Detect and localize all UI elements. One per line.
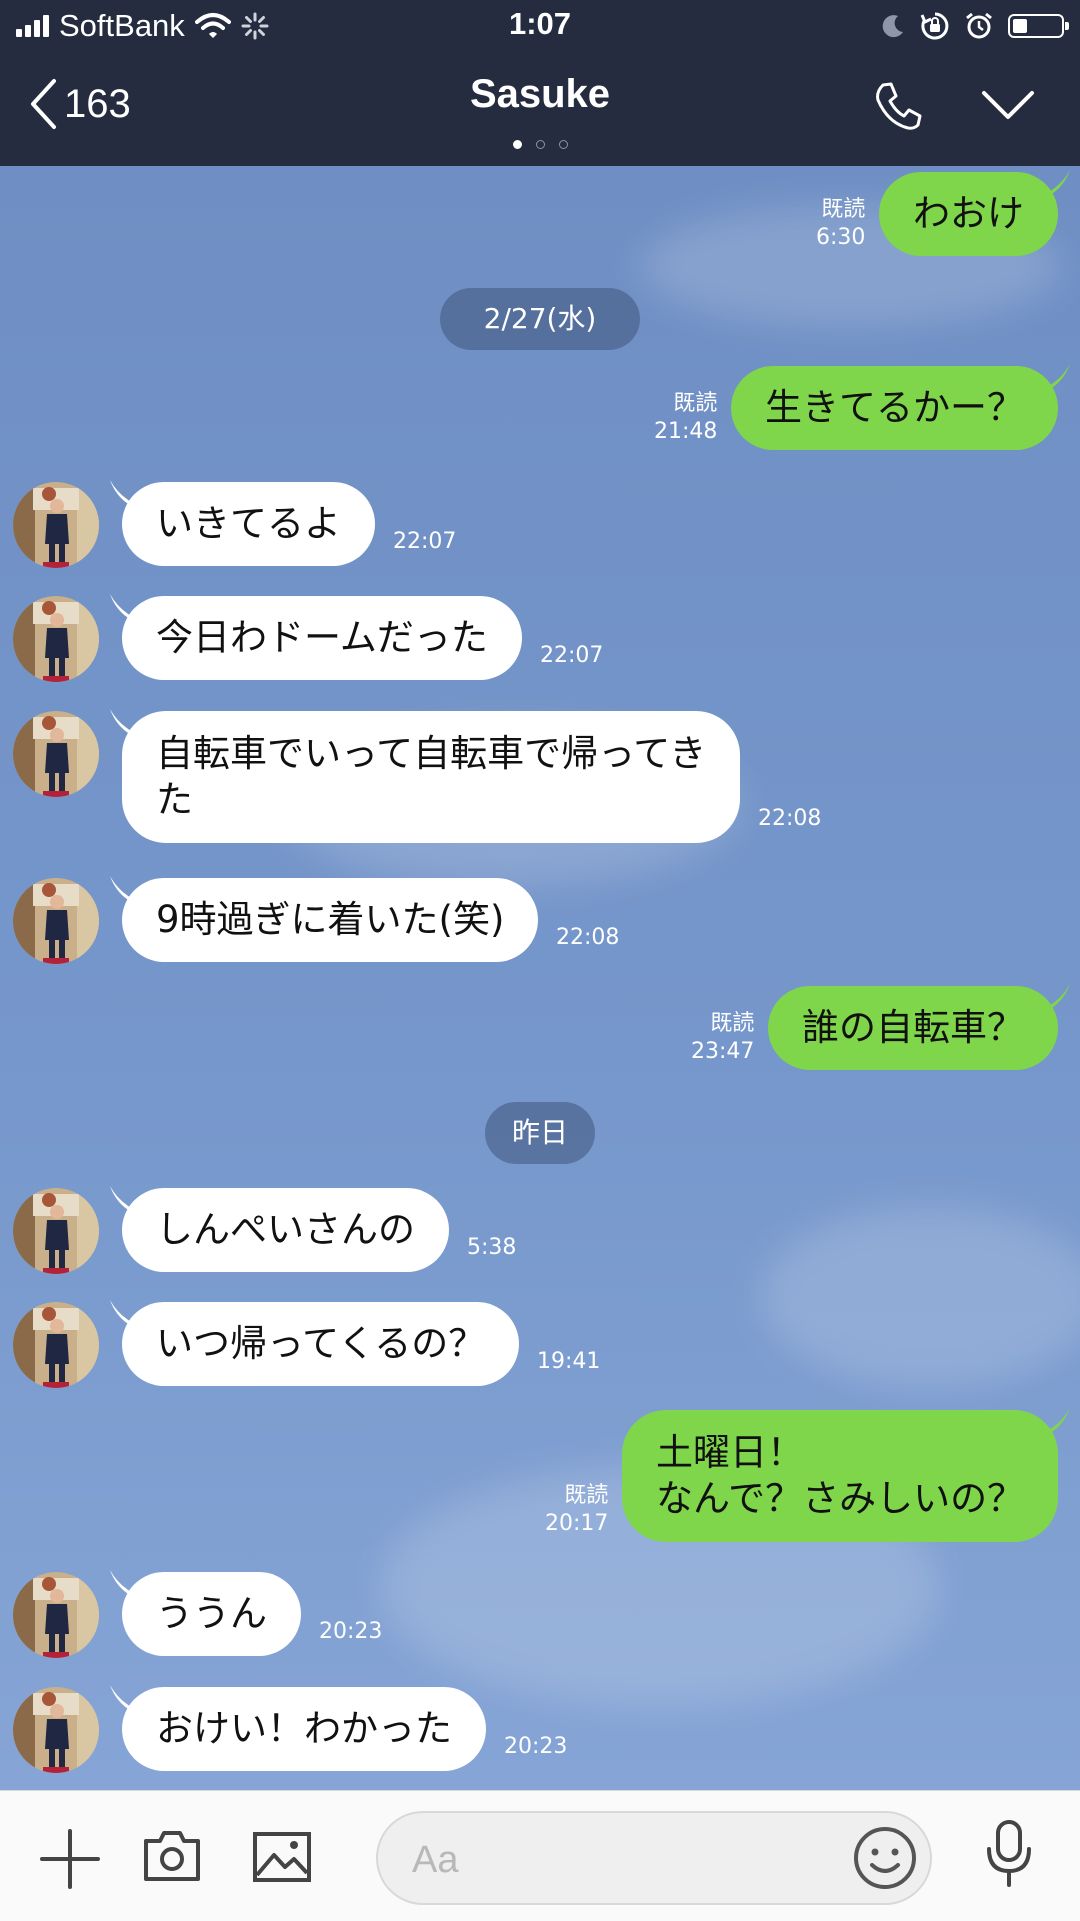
message-time: 22:07 [540,643,604,668]
message-text: いつ帰ってくるの？ [156,1322,486,1365]
read-receipt: 既読 [673,391,718,416]
outgoing-message-bubble[interactable]: 生きてるかー？ [731,364,1070,450]
plus-icon [40,1829,100,1889]
incoming-message-bubble[interactable]: おけい！わかった [110,1685,486,1771]
bubble-tail [110,480,150,510]
phone-icon [876,82,922,130]
message-text: 生きてるかー？ [765,386,1024,429]
page-dot [512,140,522,149]
bubble-tail [1030,170,1070,200]
bubble-tail [1030,1408,1071,1438]
bubble-tail [1030,364,1070,394]
message-text: しんぺいさんの [156,1208,415,1251]
message-meta: 既読 21:48 [654,390,717,446]
avatar[interactable] [13,1687,99,1773]
bubble-tail [110,1570,150,1600]
menu-toggle-button[interactable] [980,88,1036,126]
bubble-tail [1030,984,1070,1014]
message-text: わおけ [913,192,1024,235]
camera-icon [144,1831,200,1881]
message-input[interactable] [410,1831,814,1889]
page-dot [558,140,568,149]
message-text: 9時過ぎに着いた(笑) [156,898,505,941]
message-time: 6:30 [816,225,866,250]
battery-fill [1013,19,1027,33]
rotation-lock-icon [920,12,949,40]
message-time: 20:17 [545,1511,609,1536]
background-cloud [760,1206,1080,1386]
emoji-button[interactable] [852,1825,918,1895]
incoming-message-bubble[interactable]: いつ帰ってくるの？ [110,1300,520,1386]
message-text: 自転車でいって自転車で帰ってき [156,732,707,775]
message-time: 22:08 [556,925,620,950]
incoming-message-bubble[interactable]: しんぺいさんの [110,1186,449,1272]
bubble-tail [110,1300,150,1330]
incoming-message-bubble[interactable]: ううん [110,1570,301,1656]
message-time: 22:08 [758,806,822,831]
bubble-tail [110,709,150,739]
read-receipt: 既読 [821,197,866,222]
outgoing-message-bubble[interactable]: わおけ [879,170,1070,256]
image-icon [253,1832,311,1882]
bubble-tail [110,594,150,624]
message-input-field[interactable] [376,1811,932,1905]
avatar[interactable] [13,878,99,964]
avatar[interactable] [13,1302,99,1388]
avatar[interactable] [13,1572,99,1658]
incoming-message-bubble[interactable]: 自転車でいって自転車で帰ってきた [110,709,741,843]
message-time: 19:41 [537,1349,601,1374]
message-text: ううん [156,1592,267,1635]
battery-icon [1008,14,1069,38]
page-dot [535,140,545,149]
date-separator: 昨日 [485,1102,595,1164]
bubble-tail [110,876,150,906]
message-text: 今日わドームだった [156,616,488,659]
camera-button[interactable] [142,1829,202,1887]
input-bar [0,1790,1080,1921]
message-time: 23:47 [691,1039,755,1064]
message-list[interactable]: わおけ 既読 6:30 2/27(水) 生きてるかー？ 既読 21:48 いきてるよ 22:07… [0,166,1080,1790]
status-right [880,8,1069,44]
message-meta: 既読 23:47 [691,1010,754,1066]
message-text: なんで？さみしいの？ [656,1477,1025,1520]
message-time: 5:38 [467,1235,517,1260]
read-receipt: 既読 [710,1011,755,1036]
bubble-tail [110,1685,150,1715]
voice-button[interactable] [984,1819,1034,1893]
read-receipt: 既読 [564,1483,609,1508]
incoming-message-bubble[interactable]: 今日わドームだった [110,594,522,680]
plus-button[interactable] [40,1829,100,1893]
avatar[interactable] [13,482,99,568]
message-meta: 既読 6:30 [816,196,865,252]
status-bar: SoftBank 1:07 [0,0,1080,52]
bubble-tail [110,1186,150,1216]
message-time: 20:23 [319,1619,383,1644]
incoming-message-bubble[interactable]: 9時過ぎに着いた(笑) [110,876,539,962]
avatar[interactable] [13,711,99,797]
incoming-message-bubble[interactable]: いきてるよ [110,480,375,566]
message-time: 21:48 [654,419,718,444]
message-text: おけい！わかった [156,1707,452,1750]
chevron-down-icon [982,91,1034,119]
message-meta: 既読 20:17 [545,1482,608,1538]
outgoing-message-bubble[interactable]: 土曜日！ なんで？さみしいの？ [622,1408,1071,1542]
emoji-icon [854,1827,916,1889]
alarm-icon [966,12,992,39]
avatar[interactable] [13,1188,99,1274]
message-text: た [156,778,193,821]
image-button[interactable] [252,1831,312,1887]
call-button[interactable] [872,80,924,136]
message-text: 土曜日！ [656,1431,804,1474]
outgoing-message-bubble[interactable]: 誰の自転車？ [768,984,1070,1070]
message-text: いきてるよ [156,502,341,545]
moon-icon [882,15,903,38]
chat-header: 163 Sasuke [0,52,1080,166]
page-indicator [0,140,1080,149]
message-time: 20:23 [504,1734,568,1759]
message-time: 22:07 [393,529,457,554]
microphone-icon [987,1820,1031,1887]
date-separator: 2/27(水) [440,288,640,350]
avatar[interactable] [13,596,99,682]
message-text: 誰の自転車？ [802,1006,1024,1049]
